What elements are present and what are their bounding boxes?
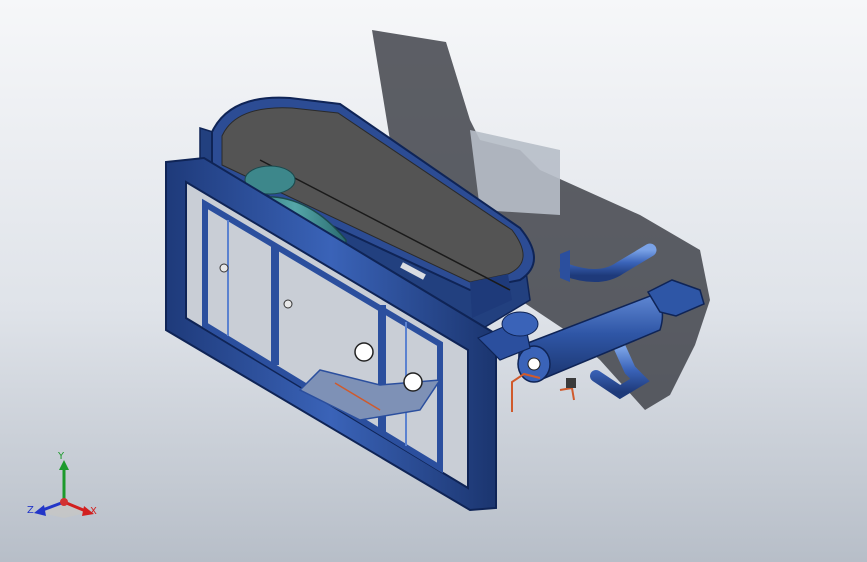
triad-origin [60,498,68,506]
cad-viewport[interactable]: Y X Z [0,0,867,562]
y-axis-label: Y [58,451,65,462]
model-scene[interactable] [0,0,867,562]
z-axis-label: Z [27,505,34,516]
orientation-triad[interactable]: Y X Z [24,450,108,522]
x-axis-label: X [90,506,97,517]
copper-tubing [511,372,576,412]
